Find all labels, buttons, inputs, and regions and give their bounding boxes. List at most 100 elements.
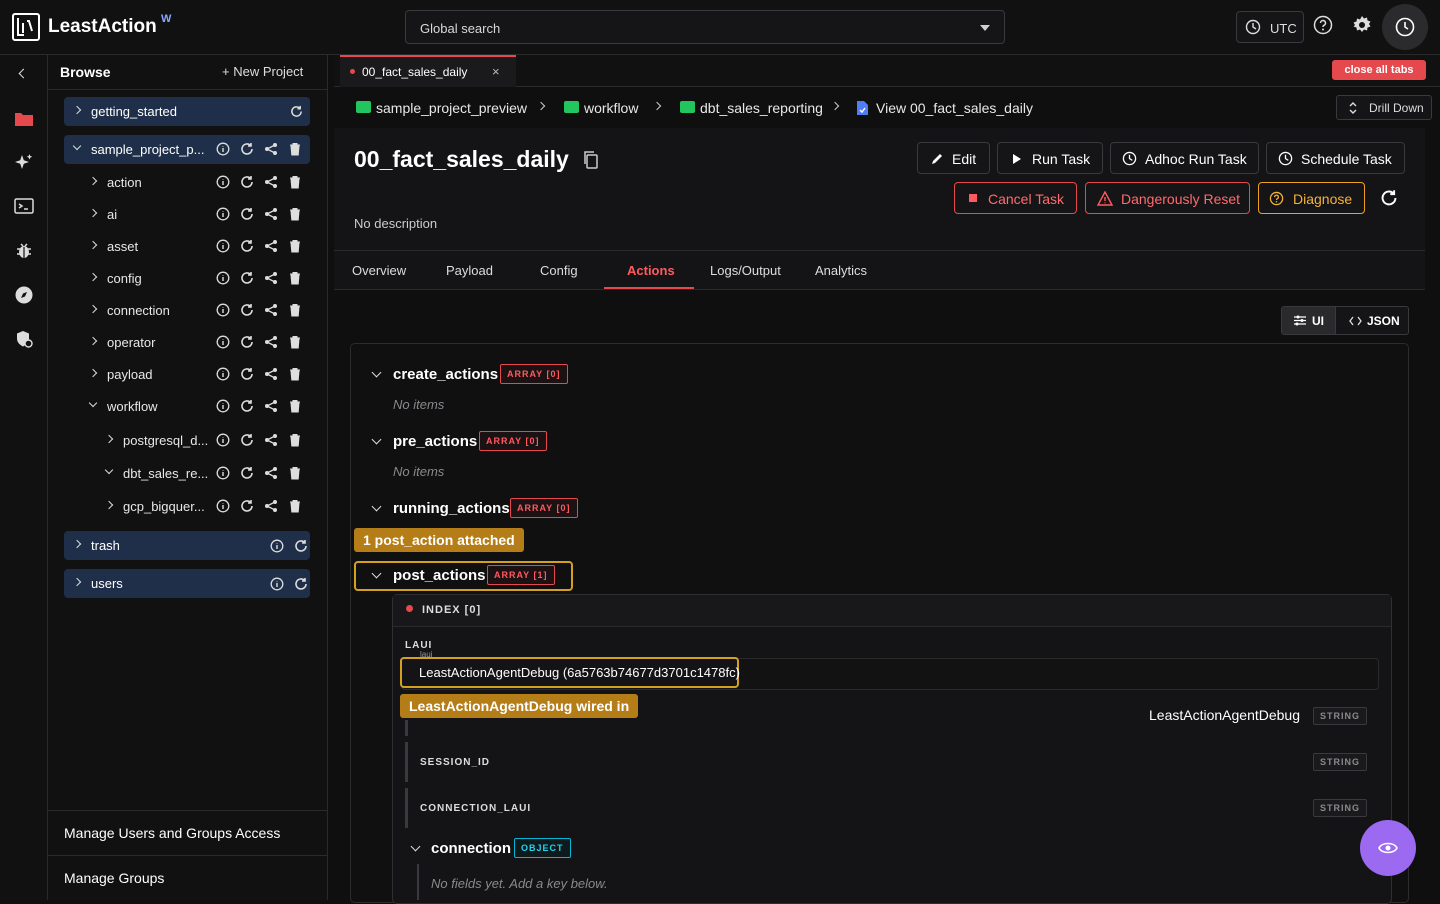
dangerously-reset-button[interactable]: Dangerously Reset	[1085, 182, 1250, 214]
share-icon[interactable]	[264, 335, 278, 349]
compass-icon[interactable]	[14, 285, 34, 305]
refresh-icon[interactable]	[240, 271, 254, 285]
folder-icon[interactable]	[14, 110, 34, 128]
trash-icon[interactable]	[288, 142, 302, 156]
info-icon[interactable]	[216, 175, 230, 189]
chevron-down-icon[interactable]	[72, 141, 82, 151]
share-icon[interactable]	[264, 239, 278, 253]
breadcrumb-item[interactable]: sample_project_preview	[376, 100, 527, 116]
info-icon[interactable]	[216, 499, 230, 513]
timezone-button[interactable]: UTC	[1236, 11, 1304, 43]
tree-node-users[interactable]: users	[64, 569, 310, 598]
refresh-icon[interactable]	[240, 335, 254, 349]
laui-value[interactable]: LeastActionAgentDebug (6a5763b74677d3701…	[419, 665, 740, 680]
refresh-icon[interactable]	[240, 499, 254, 513]
tree-node[interactable]: dbt_sales_re...	[100, 460, 300, 486]
refresh-icon[interactable]	[240, 303, 254, 317]
cancel-task-button[interactable]: Cancel Task	[954, 182, 1077, 214]
tree-node[interactable]: gcp_bigquer...	[100, 493, 300, 519]
share-icon[interactable]	[264, 207, 278, 221]
breadcrumb-item[interactable]: dbt_sales_reporting	[700, 100, 823, 116]
refresh-icon[interactable]	[240, 142, 254, 156]
run-task-button[interactable]: Run Task	[997, 142, 1103, 174]
tree-node[interactable]: asset	[84, 233, 300, 259]
share-icon[interactable]	[264, 303, 278, 317]
app-name[interactable]: LeastAction	[48, 16, 157, 38]
chevron-right-icon[interactable]	[104, 434, 114, 444]
refresh-icon[interactable]	[294, 577, 308, 591]
code-icon[interactable]	[1349, 316, 1362, 326]
trash-icon[interactable]	[288, 367, 302, 381]
trash-icon[interactable]	[288, 499, 302, 513]
close-all-tabs-button[interactable]: close all tabs	[1332, 60, 1426, 80]
ui-mode-button[interactable]: UI	[1282, 307, 1336, 334]
section-running-actions[interactable]: running_actions	[393, 500, 510, 517]
tree-node-sample-project[interactable]: sample_project_p...	[64, 135, 310, 164]
refresh-icon[interactable]	[240, 207, 254, 221]
chevron-down-icon[interactable]	[88, 398, 98, 408]
tree-node[interactable]: payload	[84, 361, 300, 387]
drill-down-button[interactable]: Drill Down	[1336, 95, 1432, 120]
refresh-icon[interactable]	[240, 466, 254, 480]
schedule-task-button[interactable]: Schedule Task	[1266, 142, 1405, 174]
section-post-actions[interactable]: post_actions	[393, 567, 486, 584]
chevron-right-icon[interactable]	[72, 539, 82, 549]
tab-payload[interactable]: Payload	[446, 263, 493, 278]
adhoc-run-task-button[interactable]: Adhoc Run Task	[1110, 142, 1259, 174]
bug-icon[interactable]	[14, 241, 34, 261]
global-search-input[interactable]: Global search	[405, 10, 1005, 44]
chevron-right-icon[interactable]	[72, 105, 82, 115]
info-icon[interactable]	[216, 271, 230, 285]
info-icon[interactable]	[216, 466, 230, 480]
tree-node[interactable]: postgresql_d...	[100, 427, 300, 453]
chevron-right-icon[interactable]	[104, 500, 114, 510]
info-icon[interactable]	[216, 142, 230, 156]
share-icon[interactable]	[264, 433, 278, 447]
section-connection[interactable]: connection	[431, 840, 511, 857]
tree-node-getting-started[interactable]: getting_started	[64, 97, 310, 126]
chevron-right-icon[interactable]	[72, 577, 82, 587]
section-pre-actions[interactable]: pre_actions	[393, 433, 477, 450]
refresh-icon[interactable]	[240, 399, 254, 413]
trash-icon[interactable]	[288, 175, 302, 189]
chevron-right-icon[interactable]	[88, 272, 98, 282]
tab-actions[interactable]: Actions	[627, 263, 675, 278]
tree-node[interactable]: ai	[84, 201, 300, 227]
share-icon[interactable]	[264, 399, 278, 413]
chevron-right-icon[interactable]	[88, 208, 98, 218]
share-icon[interactable]	[264, 466, 278, 480]
refresh-icon[interactable]	[240, 367, 254, 381]
chevron-right-icon[interactable]	[88, 176, 98, 186]
shield-settings-icon[interactable]	[14, 329, 34, 349]
info-icon[interactable]	[216, 433, 230, 447]
tree-node[interactable]: config	[84, 265, 300, 291]
share-icon[interactable]	[264, 499, 278, 513]
trash-icon[interactable]	[288, 433, 302, 447]
trash-icon[interactable]	[288, 399, 302, 413]
terminal-icon[interactable]	[14, 197, 34, 215]
tab-analytics[interactable]: Analytics	[815, 263, 867, 278]
chevron-right-icon[interactable]	[88, 240, 98, 250]
copy-icon[interactable]	[583, 151, 599, 169]
tree-node[interactable]: action	[84, 169, 300, 195]
assistant-fab[interactable]	[1360, 820, 1416, 876]
json-mode-button[interactable]: JSON	[1367, 314, 1400, 328]
share-icon[interactable]	[264, 271, 278, 285]
share-icon[interactable]	[264, 175, 278, 189]
refresh-icon[interactable]	[1380, 189, 1398, 207]
refresh-icon[interactable]	[294, 539, 308, 553]
sparkle-icon[interactable]	[14, 153, 34, 173]
tree-node[interactable]: workflow	[84, 393, 300, 419]
tree-node-trash[interactable]: trash	[64, 531, 310, 560]
trash-icon[interactable]	[288, 335, 302, 349]
tab-overview[interactable]: Overview	[352, 263, 406, 278]
tab-config[interactable]: Config	[540, 263, 578, 278]
info-icon[interactable]	[216, 335, 230, 349]
diagnose-button[interactable]: Diagnose	[1258, 182, 1365, 214]
gear-icon[interactable]	[1352, 15, 1372, 35]
trash-icon[interactable]	[288, 466, 302, 480]
info-icon[interactable]	[216, 367, 230, 381]
refresh-icon[interactable]	[240, 175, 254, 189]
share-icon[interactable]	[264, 367, 278, 381]
help-icon[interactable]	[1313, 15, 1333, 35]
